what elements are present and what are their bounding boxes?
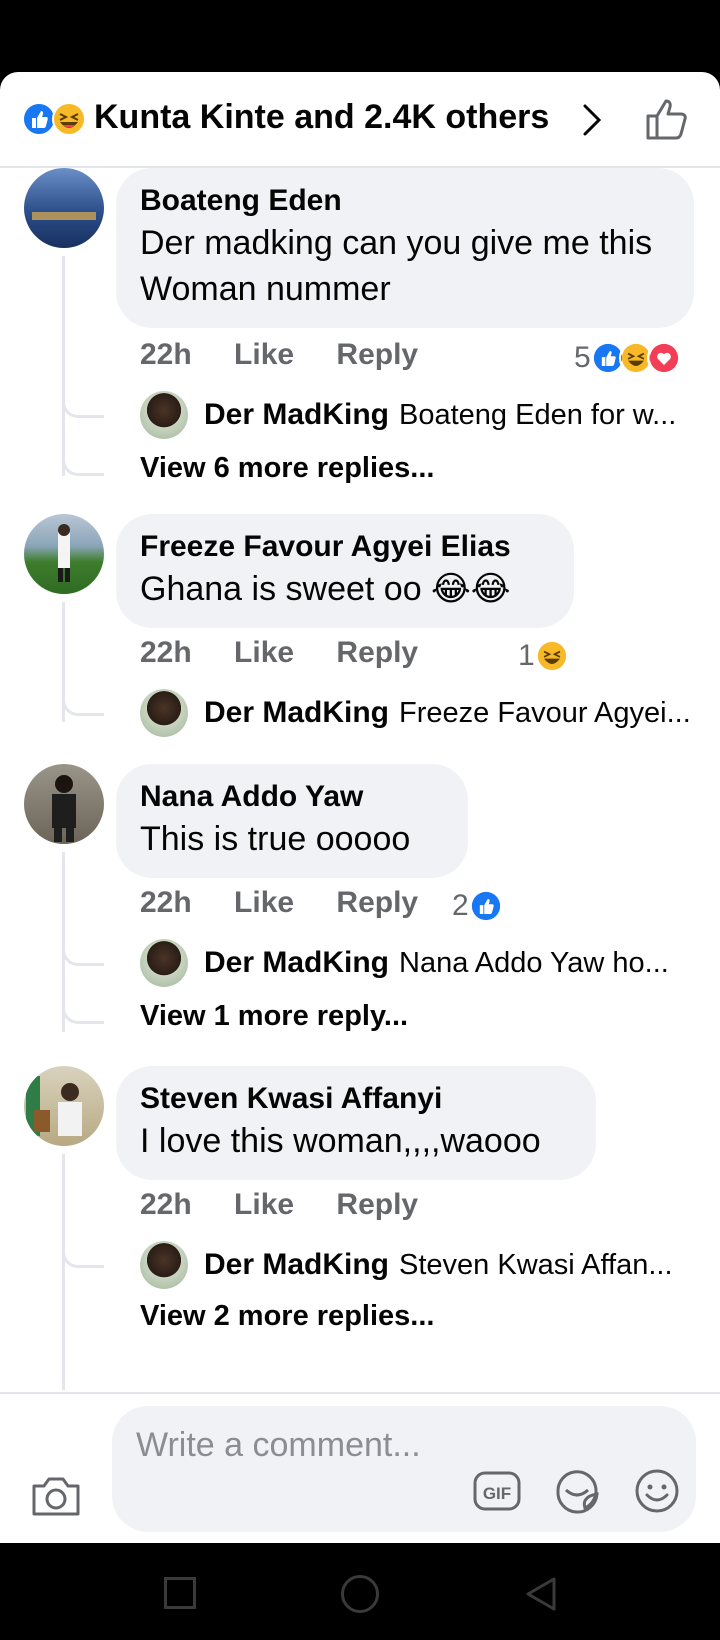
reply-connector xyxy=(62,400,104,418)
comment-time: 22h xyxy=(140,886,192,919)
reaction-count: 1 xyxy=(518,639,535,672)
comment-time: 22h xyxy=(140,636,192,669)
comment-reactions[interactable]: 2 xyxy=(452,886,503,926)
reply-preview[interactable]: Der MadKing Freeze Favour Agyei... xyxy=(140,688,691,738)
reply-author[interactable]: Der MadKing xyxy=(204,946,389,980)
comment-text: This is true ooooo xyxy=(140,820,411,858)
comment-author[interactable]: Nana Addo Yaw xyxy=(140,778,444,816)
avatar[interactable] xyxy=(24,764,104,844)
comment-reactions[interactable]: 1 xyxy=(518,636,569,676)
comment-time: 22h xyxy=(140,1188,192,1221)
reply-preview[interactable]: Der MadKing Steven Kwasi Affan... xyxy=(140,1240,673,1290)
comment-author[interactable]: Steven Kwasi Affanyi xyxy=(140,1080,572,1118)
reply-avatar[interactable] xyxy=(140,689,188,737)
reply-snippet: Freeze Favour Agyei... xyxy=(399,696,691,729)
reply-preview[interactable]: Der MadKing Nana Addo Yaw ho... xyxy=(140,938,669,988)
gif-label: GIF xyxy=(483,1484,511,1503)
comment-input[interactable]: Write a comment... GIF xyxy=(112,1406,696,1532)
reactions-title[interactable]: Kunta Kinte and 2.4K others xyxy=(94,98,549,137)
comment-text: Der madking can you give me this Woman n… xyxy=(140,224,653,308)
reply-preview[interactable]: Der MadKing Boateng Eden for w... xyxy=(140,390,676,440)
reply-connector xyxy=(62,948,104,966)
reply-button[interactable]: Reply xyxy=(336,338,418,372)
back-button[interactable] xyxy=(522,1575,558,1613)
thread-line xyxy=(62,256,104,476)
comment-author[interactable]: Boateng Eden xyxy=(140,182,670,220)
thread-line xyxy=(62,852,104,1032)
reply-snippet: Nana Addo Yaw ho... xyxy=(399,946,669,979)
avatar[interactable] xyxy=(24,514,104,594)
comment-actions: 22h Like Reply xyxy=(140,338,452,378)
reaction-count: 2 xyxy=(452,889,469,922)
comment-actions: 22h Like Reply xyxy=(140,636,452,676)
status-bar xyxy=(0,0,720,72)
reply-avatar[interactable] xyxy=(140,391,188,439)
reply-connector xyxy=(62,1006,104,1024)
comment-bubble[interactable]: Freeze Favour Agyei Elias Ghana is sweet… xyxy=(116,514,574,628)
like-button[interactable]: Like xyxy=(234,338,294,372)
comment-bubble[interactable]: Steven Kwasi Affanyi I love this woman,,… xyxy=(116,1066,596,1180)
like-reaction-icon xyxy=(468,889,503,923)
comment-bubble[interactable]: Nana Addo Yaw This is true ooooo xyxy=(116,764,468,878)
comment-reactions[interactable]: 5 xyxy=(574,338,681,378)
reply-button[interactable]: Reply xyxy=(336,886,418,920)
reactions-header[interactable]: Kunta Kinte and 2.4K others xyxy=(0,72,720,168)
view-more-replies-button[interactable]: View 6 more replies... xyxy=(140,452,434,485)
comment-text: Ghana is sweet oo 😂😂 xyxy=(140,570,511,608)
reaction-summary-icons xyxy=(22,102,86,136)
reaction-count: 5 xyxy=(574,341,591,374)
system-navigation-bar xyxy=(0,1543,720,1640)
reply-author[interactable]: Der MadKing xyxy=(204,398,389,432)
home-button[interactable] xyxy=(341,1575,379,1613)
love-reaction-icon xyxy=(646,341,681,375)
gif-icon[interactable]: GIF xyxy=(472,1468,522,1514)
recents-button[interactable] xyxy=(164,1577,196,1609)
reply-avatar[interactable] xyxy=(140,939,188,987)
comment-text: I love this woman,,,,waooo xyxy=(140,1122,541,1160)
reactions-comments-sheet: Kunta Kinte and 2.4K others Boateng Eden… xyxy=(0,72,720,1543)
reply-button[interactable]: Reply xyxy=(336,1188,418,1222)
reply-snippet: Boateng Eden for w... xyxy=(399,398,677,431)
like-button[interactable]: Like xyxy=(234,1188,294,1222)
like-outline-icon[interactable] xyxy=(644,96,690,142)
reply-snippet: Steven Kwasi Affan... xyxy=(399,1248,673,1281)
comment-bubble[interactable]: Boateng Eden Der madking can you give me… xyxy=(116,168,694,328)
sticker-icon[interactable] xyxy=(552,1466,602,1516)
camera-icon[interactable] xyxy=(30,1472,82,1518)
avatar[interactable] xyxy=(24,168,104,248)
like-button[interactable]: Like xyxy=(234,886,294,920)
comment-placeholder: Write a comment... xyxy=(136,1426,421,1464)
comment-author[interactable]: Freeze Favour Agyei Elias xyxy=(140,528,550,566)
comment-time: 22h xyxy=(140,338,192,371)
reply-author[interactable]: Der MadKing xyxy=(204,696,389,730)
comment-composer: Write a comment... GIF xyxy=(0,1392,720,1543)
view-more-replies-button[interactable]: View 2 more replies... xyxy=(140,1300,434,1333)
like-button[interactable]: Like xyxy=(234,636,294,670)
reply-author[interactable]: Der MadKing xyxy=(204,1248,389,1282)
thread-line xyxy=(62,1154,104,1390)
emoji-icon[interactable] xyxy=(632,1466,682,1516)
view-more-replies-button[interactable]: View 1 more reply... xyxy=(140,1000,408,1033)
avatar[interactable] xyxy=(24,1066,104,1146)
reply-connector xyxy=(62,1250,104,1268)
reply-connector xyxy=(62,458,104,476)
comment-actions: 22h Like Reply xyxy=(140,886,452,926)
chevron-right-icon[interactable] xyxy=(580,102,604,138)
reply-connector xyxy=(62,698,104,716)
reply-button[interactable]: Reply xyxy=(336,636,418,670)
comment-actions: 22h Like Reply xyxy=(140,1188,452,1228)
haha-reaction-icon xyxy=(534,639,569,673)
reply-avatar[interactable] xyxy=(140,1241,188,1289)
